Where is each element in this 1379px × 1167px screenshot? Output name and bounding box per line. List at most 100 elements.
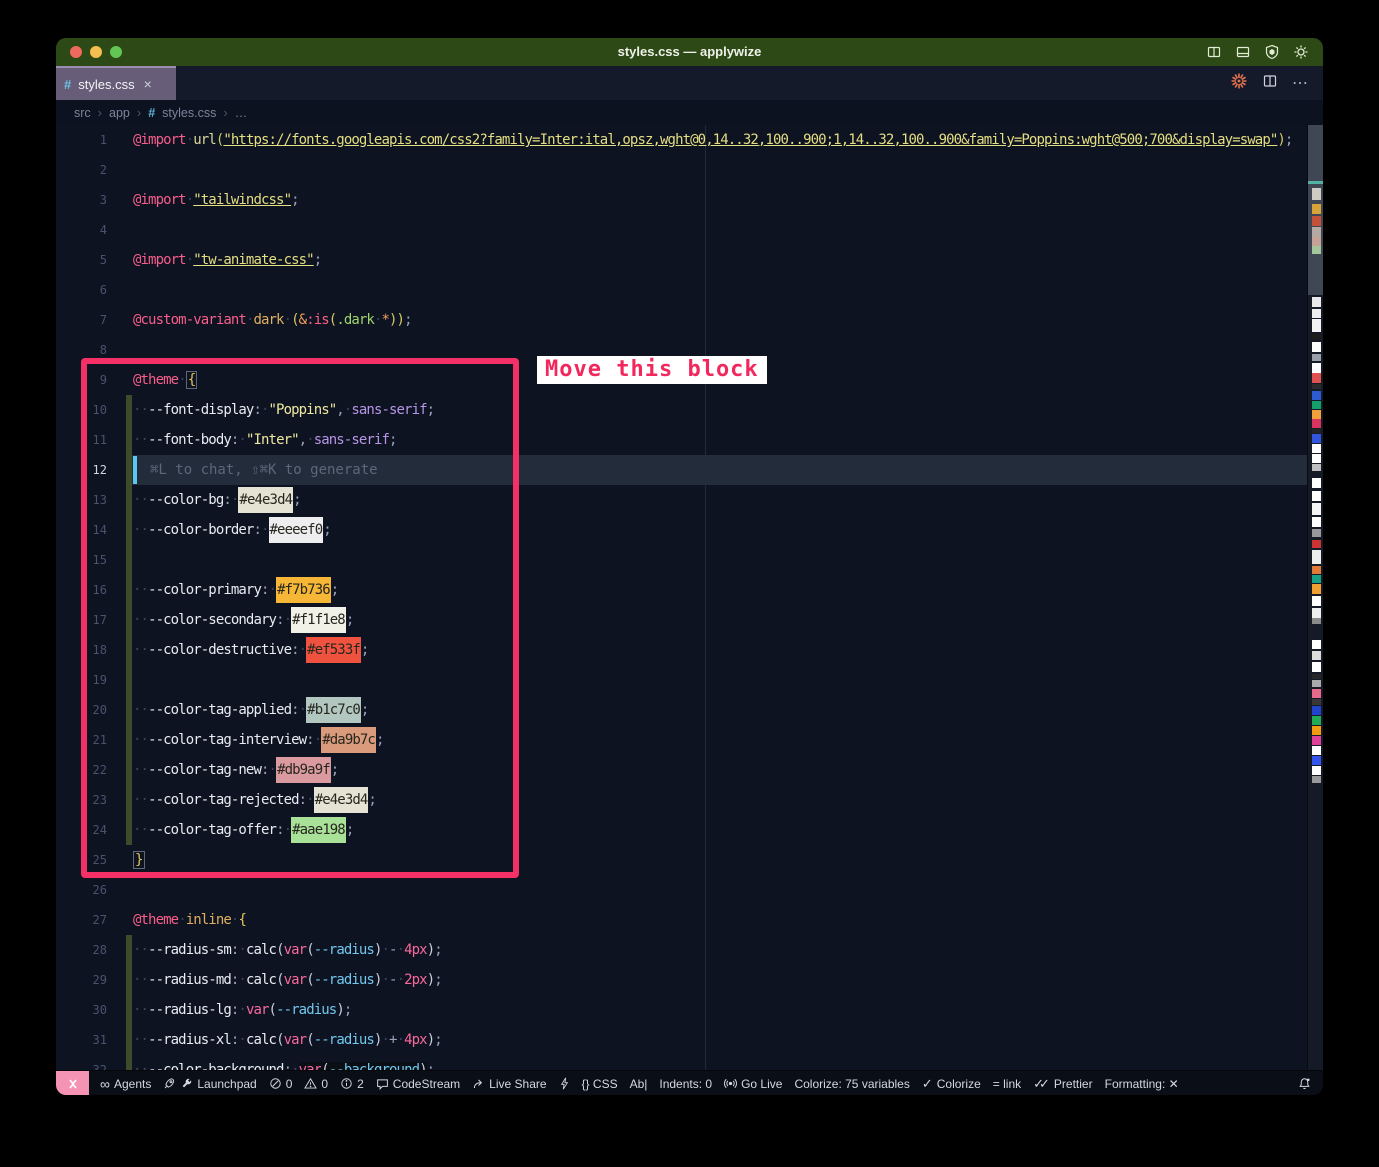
statusbar-label: Colorize bbox=[937, 1077, 981, 1091]
statusbar-item-codestream[interactable]: CodeStream bbox=[376, 1077, 460, 1091]
overview-color-mark bbox=[1312, 550, 1321, 564]
overview-color-mark bbox=[1312, 680, 1321, 687]
statusbar-item-prettier[interactable]: ✓✓Prettier bbox=[1033, 1077, 1092, 1091]
layout-panel-icon[interactable] bbox=[1235, 44, 1251, 60]
statusbar-item-bolt-icon[interactable] bbox=[559, 1077, 570, 1090]
statusbar-item-0[interactable]: 0 bbox=[269, 1077, 293, 1091]
breadcrumb-src[interactable]: src bbox=[74, 106, 91, 120]
overview-color-mark bbox=[1312, 736, 1321, 745]
code-token: @custom-variant bbox=[133, 312, 246, 328]
code-token: @import bbox=[133, 132, 186, 148]
status-bar: ∞AgentsLaunchpad002CodeStreamLive Share{… bbox=[56, 1070, 1323, 1095]
overview-color-mark bbox=[1312, 429, 1321, 433]
overview-color-mark bbox=[1312, 689, 1321, 698]
statusbar-item-colorize-75-variables[interactable]: Colorize: 75 variables bbox=[794, 1077, 909, 1091]
statusbar-item-css[interactable]: {} CSS bbox=[582, 1077, 618, 1091]
statusbar-label: Formatting: ✕ bbox=[1105, 1077, 1179, 1091]
tab-bar: # styles.css × ⋯ bbox=[56, 66, 1323, 100]
code-editor[interactable]: 1@import·url("https://fonts.googleapis.c… bbox=[56, 125, 1323, 1070]
code-token: ) bbox=[374, 942, 382, 958]
statusbar-item-indents-0[interactable]: Indents: 0 bbox=[659, 1077, 712, 1091]
broadcast-icon bbox=[724, 1077, 737, 1090]
overview-color-mark bbox=[1312, 706, 1321, 715]
code-token: + bbox=[389, 1032, 397, 1048]
chevron-right-icon: › bbox=[223, 105, 227, 120]
code-token: --radius bbox=[314, 1032, 374, 1048]
overview-color-mark bbox=[1312, 575, 1321, 583]
statusbar-item-0[interactable]: 0 bbox=[304, 1077, 328, 1091]
editor-actions: ⋯ bbox=[1230, 66, 1309, 100]
code-token: · bbox=[374, 312, 382, 328]
code-token: ( bbox=[306, 1032, 314, 1048]
overview-color-mark bbox=[1312, 662, 1321, 672]
code-token: --radius-sm bbox=[148, 942, 231, 958]
statusbar-item-link[interactable]: = link bbox=[993, 1077, 1021, 1091]
code-token: ; bbox=[427, 1062, 435, 1070]
wrench-icon bbox=[180, 1077, 193, 1090]
statusbar-item-formatting[interactable]: Formatting: ✕ bbox=[1105, 1077, 1179, 1091]
code-token: ; bbox=[344, 1002, 352, 1018]
statusbar-item-launchpad[interactable]: Launchpad bbox=[163, 1077, 256, 1091]
statusbar-item-colorize[interactable]: ✓Colorize bbox=[922, 1077, 981, 1091]
statusbar-label: Indents: 0 bbox=[659, 1077, 712, 1091]
code-token: :is bbox=[306, 312, 329, 328]
statusbar-item-bell-icon[interactable] bbox=[1298, 1077, 1311, 1090]
gear-icon[interactable] bbox=[1293, 44, 1309, 60]
breadcrumb-file[interactable]: styles.css bbox=[162, 106, 216, 120]
overview-color-mark bbox=[1312, 410, 1321, 419]
overview-color-mark bbox=[1312, 216, 1321, 226]
code-token: .dark bbox=[336, 312, 374, 328]
starburst-icon[interactable] bbox=[1230, 72, 1248, 95]
tab-styles-css[interactable]: # styles.css × bbox=[56, 66, 176, 100]
shield-icon[interactable] bbox=[1264, 44, 1280, 60]
split-editor-icon[interactable] bbox=[1262, 73, 1278, 94]
code-token: · bbox=[238, 1032, 246, 1048]
code-token: · bbox=[397, 1032, 405, 1048]
code-token: · bbox=[238, 972, 246, 988]
statusbar-item-ab[interactable]: Ab| bbox=[630, 1077, 648, 1091]
statusbar-item-2[interactable]: 2 bbox=[340, 1077, 364, 1091]
remote-indicator-button[interactable] bbox=[56, 1071, 89, 1095]
overview-color-mark bbox=[1312, 373, 1321, 383]
layout-columns-icon[interactable] bbox=[1206, 44, 1222, 60]
overview-color-mark bbox=[1312, 401, 1321, 409]
code-token: dark bbox=[253, 312, 283, 328]
code-line-32: ··--color-background:·var(--background); bbox=[56, 1055, 1307, 1070]
code-token: --radius bbox=[276, 1002, 336, 1018]
code-token: ; bbox=[314, 252, 322, 268]
infinity-icon: ∞ bbox=[100, 1077, 110, 1091]
overview-color-mark bbox=[1312, 204, 1321, 214]
code-line-31: ··--radius-xl:·calc(var(--radius)·+·4px)… bbox=[56, 1025, 1307, 1055]
statusbar-label: = link bbox=[993, 1077, 1021, 1091]
overview-color-mark bbox=[1312, 434, 1321, 443]
overview-color-mark bbox=[1312, 491, 1321, 501]
code-token: --radius-md bbox=[148, 972, 231, 988]
breadcrumb-more[interactable]: … bbox=[235, 106, 248, 120]
css-file-icon: # bbox=[64, 77, 71, 92]
code-line-28: ··--radius-sm:·calc(var(--radius)·-·4px)… bbox=[56, 935, 1307, 965]
liveshare-icon bbox=[472, 1077, 485, 1090]
overview-color-mark bbox=[1312, 651, 1321, 660]
statusbar-item-live-share[interactable]: Live Share bbox=[472, 1077, 546, 1091]
code-token: ·· bbox=[133, 1032, 148, 1048]
code-token: - bbox=[389, 942, 397, 958]
overview-color-mark bbox=[1312, 319, 1321, 332]
code-line-30: ··--radius-lg:·var(--radius); bbox=[56, 995, 1307, 1025]
overview-color-mark bbox=[1312, 716, 1321, 725]
code-token: "tw-animate-css" bbox=[193, 252, 313, 268]
code-line-3: @import·"tailwindcss"; bbox=[56, 185, 1307, 215]
statusbar-label: Agents bbox=[114, 1077, 151, 1091]
ellipsis-icon[interactable]: ⋯ bbox=[1292, 73, 1309, 93]
code-token: calc bbox=[246, 972, 276, 988]
statusbar-label: Colorize: 75 variables bbox=[794, 1077, 909, 1091]
statusbar-item-go-live[interactable]: Go Live bbox=[724, 1077, 782, 1091]
code-token: ) bbox=[374, 1032, 382, 1048]
overview-ruler[interactable] bbox=[1307, 125, 1323, 1070]
close-tab-icon[interactable]: × bbox=[144, 76, 152, 92]
code-token: · bbox=[397, 942, 405, 958]
statusbar-item-agents[interactable]: ∞ Agents bbox=[100, 1077, 151, 1091]
titlebar-actions bbox=[1206, 38, 1309, 66]
title-bar: styles.css — applywize bbox=[56, 38, 1323, 66]
breadcrumb-app[interactable]: app bbox=[109, 106, 130, 120]
annotation-rectangle bbox=[81, 358, 519, 878]
